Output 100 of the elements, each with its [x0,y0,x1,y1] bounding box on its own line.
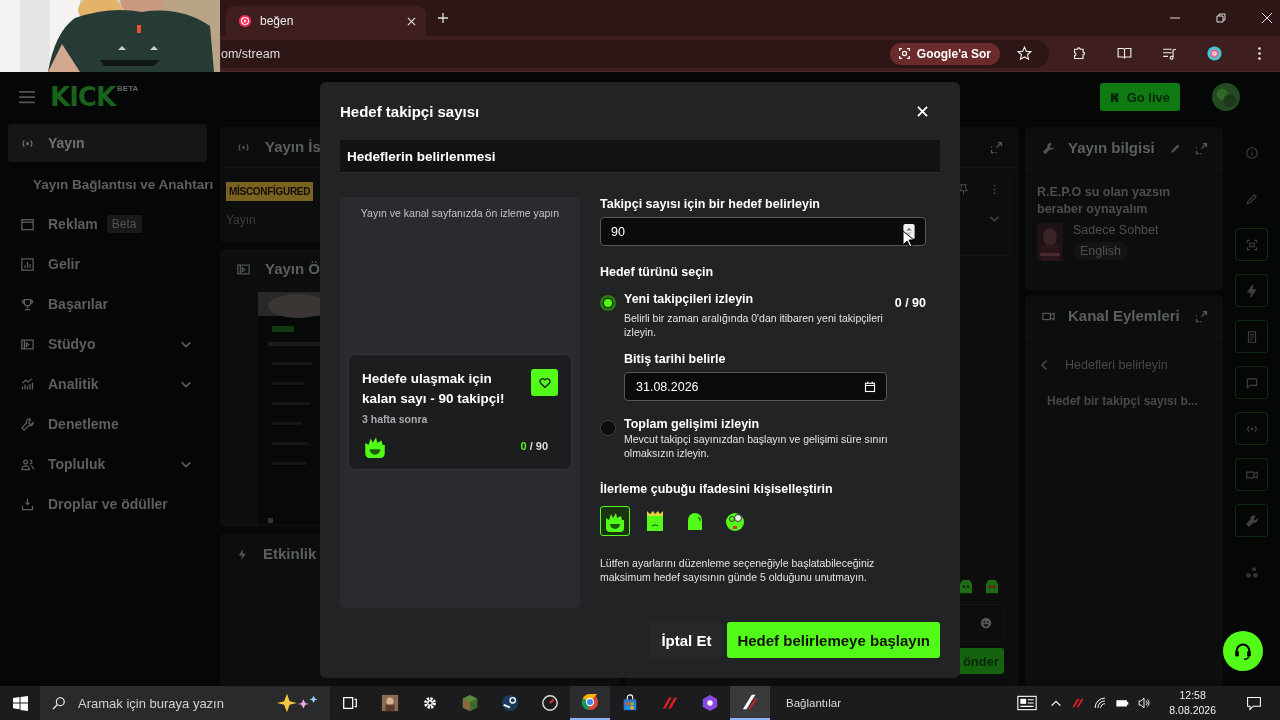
search-field[interactable]: Aramak için buraya yazın [40,686,330,720]
sidebar-item[interactable]: Droplar ve ödüller [8,484,207,524]
cancel-button[interactable]: İptal Et [651,622,722,658]
volume-icon[interactable] [1137,696,1152,710]
lens-icon [897,47,911,60]
sidebar-item[interactable]: Analitik [8,364,207,404]
beta-label: BETA [117,84,139,93]
heart-icon [538,376,551,389]
wrench-icon [1041,140,1056,156]
action-item[interactable]: Hedef bir takipçi sayısı b... [1025,372,1223,408]
number-field[interactable]: 90 [600,217,926,246]
sidebar-item[interactable]: Başarılar [8,284,207,324]
profile-icon[interactable] [1206,45,1223,62]
sidebar-item[interactable]: Stüdyo [8,324,207,364]
language-tag: English [1073,242,1128,260]
panel-title: Yayın İs [265,139,322,155]
logo[interactable]: KICK [50,84,116,110]
panel-title: Yayın bilgisi [1068,140,1156,156]
browser-app-icon[interactable] [570,686,610,720]
section-header: Hedeflerin belirlenmesi [340,140,940,173]
card-subtitle: 3 hafta sonra [362,413,429,425]
option-description: Belirli bir zaman aralığında 0'dan itibaren yeni takipçileri izleyin. [624,311,884,339]
option-description: Mevcut takipçi sayınızdan başlayın ve gelişimi süre sınırı olmaksızın izleyin. [624,432,889,460]
restore-icon[interactable] [1216,13,1226,23]
close-icon[interactable] [1262,13,1272,23]
option-title: Yeni takipçileri izleyin [624,292,754,306]
expand-icon[interactable] [989,139,1004,155]
address-bar[interactable]: om/stream Google'a Sor [221,39,1049,68]
cube-icon[interactable] [461,694,479,712]
gear-icon[interactable] [421,694,439,712]
gauge-icon[interactable] [541,694,559,712]
tray-icon [20,496,35,512]
panel-title: Kanal Eylemleri [1068,308,1181,324]
task-view-icon[interactable] [341,694,359,712]
store-icon[interactable] [621,694,639,712]
submit-button[interactable]: Hedef belirlemeye başlayın [727,622,940,658]
notification-icon[interactable] [1244,695,1264,711]
people-icon [20,456,35,472]
bar-chart-icon [20,256,35,272]
game-launcher-icon[interactable] [501,694,519,712]
bolt-icon [236,547,249,561]
go-live-button[interactable]: Go live [1099,83,1180,111]
photo-app-icon[interactable] [381,694,399,712]
analytics-icon [20,376,35,392]
film-icon [20,336,35,352]
heart-button[interactable] [531,369,558,396]
search-icon [52,696,66,710]
avatar[interactable] [1212,83,1240,111]
windows-icon[interactable] [13,695,28,711]
clock-date[interactable]: 8.08.2026 [1169,703,1216,718]
back-link[interactable]: Hedefleri belirleyin [1025,338,1223,372]
field-label: Takipçi sayısı için bir hedef belirleyin [600,197,820,211]
radio-button[interactable] [600,420,616,436]
sidebar-item[interactable]: Denetleme [8,404,207,444]
film-icon [236,261,251,277]
panel-title: Etkinlik [263,546,318,562]
goal-count: 0 / 90 [894,296,926,310]
ask-button[interactable]: Google'a Sor [889,42,1000,65]
progress-count: 0 / 90 [520,440,549,452]
expand-icon[interactable] [1194,308,1209,324]
status-badge: MİSCONFİGURED [226,182,314,201]
preview-caption: Yayın ve kanal sayfanızda ön izleme yapın [360,207,560,219]
calendar-icon[interactable] [864,380,876,393]
toolbar-label[interactable]: Bağlantılar [786,697,841,709]
wrench-icon [20,416,35,432]
note-text: Lütfen ayarlarını düzenleme seçeneğiyle başlatabileceğiniz maksimum hedef sayısının günde 5 olduğunu unutmayın. [600,556,876,584]
date-field[interactable]: 31.08.2026 [624,372,887,401]
close-icon[interactable] [407,16,416,26]
emoji-option[interactable] [600,506,630,536]
url-text: om/stream [221,46,281,61]
stripes-icon[interactable] [1071,696,1086,710]
smiley-icon[interactable] [979,616,993,630]
sidebar-item[interactable]: Gelir [8,244,207,284]
news-icon[interactable] [1017,695,1038,711]
puzzle-icon[interactable] [1071,45,1088,62]
dots-icon[interactable] [1243,564,1260,580]
sidebar-item[interactable]: Yayın Bağlantısı ve Anahtarı [8,164,217,204]
emote-icon[interactable] [958,580,974,596]
emote-icon[interactable] [984,580,1000,596]
sidebar-item[interactable]: Yayın [8,124,207,162]
option-title: Toplam gelişimi izleyin [624,417,760,431]
hexagon-icon[interactable] [701,694,719,712]
trophy-icon [20,296,35,312]
star-icon[interactable] [1016,45,1033,62]
mouse-cursor-icon [902,230,914,248]
dialog-title: Hedef takipçi sayısı [340,102,480,120]
clock-time[interactable]: 12:58 [1179,688,1206,703]
play-icon [238,14,252,28]
expand-icon[interactable] [1194,140,1209,156]
slash-app-icon[interactable] [730,686,770,720]
radio-button[interactable] [600,295,616,311]
window-icon [20,216,35,232]
browser-tab[interactable]: beğen [226,6,426,36]
sidebar-item[interactable]: Topluluk [8,444,207,484]
new-tab-icon[interactable] [438,13,448,23]
category-text: Sadece Sohbet [1073,223,1159,237]
wifi-icon[interactable] [1093,696,1108,710]
card-title: Hedefe ulaşmak için kalan sayı - 90 takipçi! [362,370,506,408]
k-logo-icon [1109,91,1121,103]
field-label: İlerleme çubuğu ifadesini kişiselleştirin [600,482,833,496]
